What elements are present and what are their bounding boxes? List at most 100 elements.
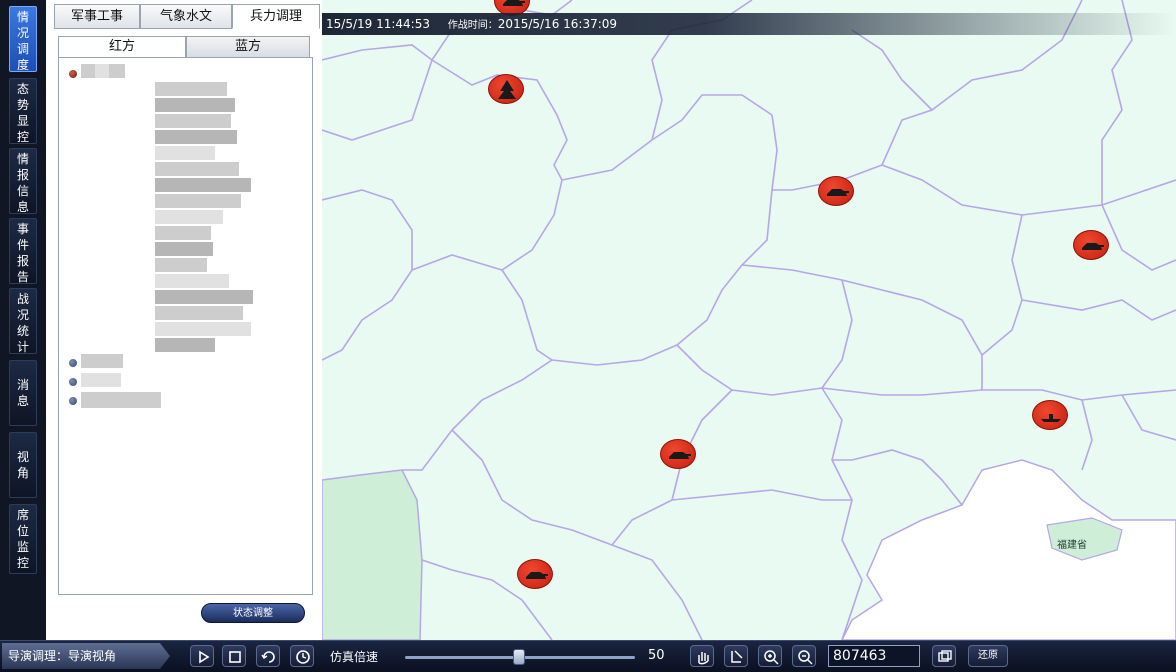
redacted-text xyxy=(155,162,239,176)
redacted-text xyxy=(155,322,251,336)
pan-button[interactable] xyxy=(690,645,714,667)
redacted-text xyxy=(155,114,231,128)
redacted-text xyxy=(155,258,207,272)
force-tree[interactable] xyxy=(58,57,313,595)
redacted-text xyxy=(155,130,237,144)
vtab-label: 视角 xyxy=(16,450,29,480)
tab-label: 气象水文 xyxy=(159,9,212,24)
vtab-event-report[interactable]: 事件报告 xyxy=(9,218,37,284)
side-tabs: 红方 蓝方 xyxy=(58,36,314,58)
panel-top-tabs: 军事工事 气象水文 兵力调理 xyxy=(50,4,322,29)
tab-red-side[interactable]: 红方 xyxy=(58,36,186,58)
vtab-intelligence[interactable]: 情报信息 xyxy=(9,148,37,214)
scale-input[interactable]: 807463 xyxy=(828,645,920,667)
tank-icon xyxy=(669,452,691,459)
unit-marker[interactable] xyxy=(660,439,696,469)
vtab-situation-dispatch[interactable]: 情况调度 xyxy=(9,6,37,72)
bottom-toolbar: 导演调理：导演视角 仿真倍速 50 807463 还原 xyxy=(0,640,1176,672)
tab-force-control[interactable]: 兵力调理 xyxy=(232,4,320,29)
redacted-text xyxy=(155,306,243,320)
zoom-in-button[interactable] xyxy=(758,645,782,667)
play-button[interactable] xyxy=(190,645,214,667)
redacted-text xyxy=(155,178,251,192)
redacted-text xyxy=(81,354,123,368)
zoom-out-button[interactable] xyxy=(792,645,816,667)
clock-icon xyxy=(296,650,310,664)
time-bar: 15/5/19 11:44:53 作战时间：2015/5/16 16:37:09 xyxy=(322,13,1176,35)
vertical-tab-strip: 情况调度 态势显控 情报信息 事件报告 战况统计 消息 视角 席位监控 xyxy=(0,0,46,640)
redacted-text xyxy=(155,338,215,352)
redacted-text xyxy=(155,194,241,208)
operation-time-label: 作战时间： xyxy=(447,20,498,31)
redacted-text xyxy=(81,392,161,408)
vtab-view-angle[interactable]: 视角 xyxy=(9,432,37,498)
unit-marker[interactable] xyxy=(1073,230,1109,260)
redacted-text xyxy=(155,98,235,112)
zoom-out-icon xyxy=(798,650,813,665)
pine-tree-icon xyxy=(498,80,516,99)
tab-weather-hydrology[interactable]: 气象水文 xyxy=(140,4,232,29)
refresh-button[interactable] xyxy=(256,645,280,667)
ship-icon xyxy=(1041,414,1061,422)
tree-node-icon[interactable] xyxy=(69,359,77,367)
tab-label: 军事工事 xyxy=(70,9,123,24)
force-control-panel: 军事工事 气象水文 兵力调理 红方 蓝方 状态调整 xyxy=(46,0,322,640)
select-button[interactable] xyxy=(724,645,748,667)
redacted-text xyxy=(81,373,121,387)
redacted-text xyxy=(155,290,253,304)
vtab-label: 态势显控 xyxy=(16,82,29,144)
vtab-seat-monitor[interactable]: 席位监控 xyxy=(9,504,37,574)
sea-area xyxy=(841,459,1176,640)
map-canvas xyxy=(322,0,1176,640)
layers-icon xyxy=(938,650,952,662)
redacted-text xyxy=(155,226,211,240)
redacted-text xyxy=(155,146,215,160)
tab-blue-side[interactable]: 蓝方 xyxy=(186,36,310,58)
redacted-text xyxy=(155,210,223,224)
redacted-text xyxy=(109,64,125,78)
sim-speed-value: 50 xyxy=(648,648,665,663)
refresh-icon xyxy=(261,651,275,663)
status-adjust-button[interactable]: 状态调整 xyxy=(201,603,305,623)
layers-button[interactable] xyxy=(932,645,956,667)
map-view[interactable]: 福建省 xyxy=(322,0,1176,640)
app-window: 情况调度 态势显控 情报信息 事件报告 战况统计 消息 视角 席位监控 军事工事… xyxy=(0,0,1176,672)
clock-button[interactable] xyxy=(290,645,314,667)
vtab-display-control[interactable]: 态势显控 xyxy=(9,78,37,144)
redacted-text xyxy=(155,82,227,96)
redacted-text xyxy=(155,274,229,288)
sim-speed-slider[interactable] xyxy=(405,649,635,665)
tank-icon xyxy=(827,189,849,196)
redacted-text xyxy=(95,64,109,78)
vtab-messages[interactable]: 消息 xyxy=(9,360,37,426)
zoom-in-icon xyxy=(764,650,779,665)
director-mode-label: 导演调理：导演视角 xyxy=(2,643,170,669)
unit-marker[interactable] xyxy=(818,176,854,206)
unit-marker[interactable] xyxy=(1032,400,1068,430)
stop-icon xyxy=(229,651,241,663)
unit-marker[interactable] xyxy=(517,559,553,589)
restore-button[interactable]: 还原 xyxy=(968,645,1008,667)
tree-node-icon[interactable] xyxy=(69,397,77,405)
tab-military-works[interactable]: 军事工事 xyxy=(54,4,140,29)
unit-marker[interactable] xyxy=(488,74,524,104)
time-readout: 15/5/19 11:44:53 作战时间：2015/5/16 16:37:09 xyxy=(326,16,617,31)
province-label: 福建省 xyxy=(1057,540,1087,551)
vtab-label: 战况统计 xyxy=(16,292,29,354)
terrain-area xyxy=(322,469,423,640)
tank-icon xyxy=(526,572,548,579)
vtab-battle-stats[interactable]: 战况统计 xyxy=(9,288,37,354)
stop-button[interactable] xyxy=(222,645,246,667)
hand-icon xyxy=(698,652,709,665)
tab-label: 兵力调理 xyxy=(249,9,302,24)
tree-node-icon[interactable] xyxy=(69,70,77,78)
current-time: 15/5/19 11:44:53 xyxy=(326,17,430,31)
select-icon xyxy=(731,650,743,663)
vtab-label: 消息 xyxy=(16,378,29,408)
tree-node-icon[interactable] xyxy=(69,378,77,386)
vtab-label: 情报信息 xyxy=(16,152,29,214)
vtab-label: 事件报告 xyxy=(16,222,29,284)
slider-thumb[interactable] xyxy=(513,649,525,665)
vtab-label: 情况调度 xyxy=(16,10,29,72)
vtab-label: 席位监控 xyxy=(16,508,29,570)
